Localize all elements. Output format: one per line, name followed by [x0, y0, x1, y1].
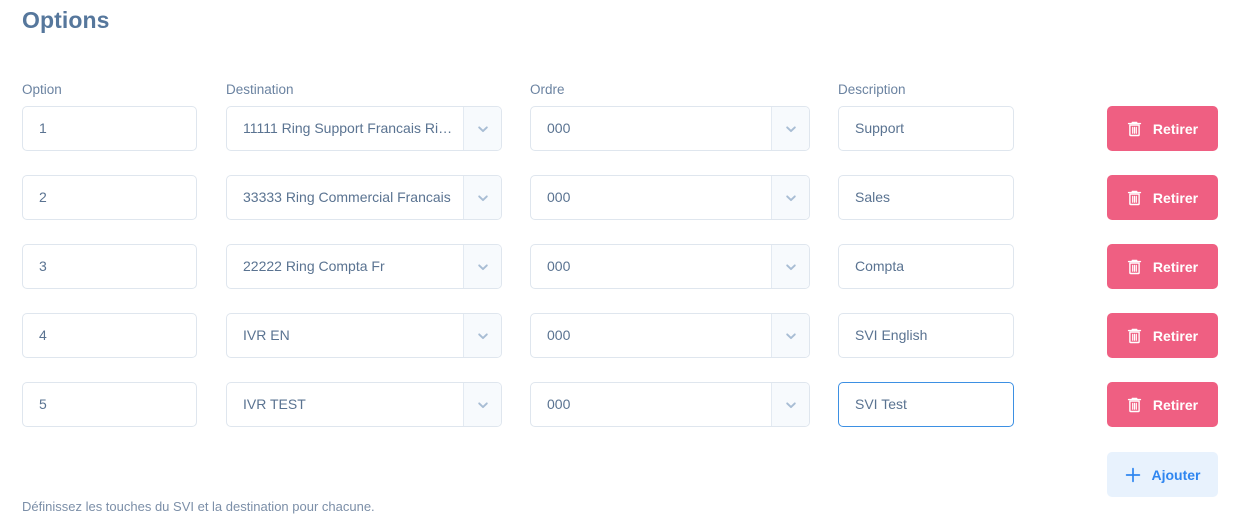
ordre-select[interactable]: 000 [530, 106, 810, 151]
column-headers: Option Destination Ordre Description [0, 81, 1238, 101]
ordre-select[interactable]: 000 [530, 175, 810, 220]
description-input[interactable]: SVI Test [838, 382, 1014, 427]
page-title: Options [22, 7, 110, 33]
option-input[interactable]: 3 [22, 244, 197, 289]
remove-option-button[interactable]: Retirer [1107, 244, 1218, 289]
description-input[interactable]: SVI English [838, 313, 1014, 358]
options-panel: Options Option Destination Ordre Descrip… [0, 0, 1238, 530]
add-option-button[interactable]: Ajouter [1107, 452, 1218, 497]
chevron-down-icon[interactable] [771, 383, 809, 426]
chevron-down-icon[interactable] [463, 245, 501, 288]
chevron-down-icon[interactable] [463, 107, 501, 150]
remove-option-label: Retirer [1152, 327, 1199, 344]
options-rows: 1 11111 Ring Support Francais Rin... 000 Su… [0, 106, 1238, 451]
ordre-select-value: 000 [547, 327, 571, 343]
remove-option-label: Retirer [1152, 258, 1199, 275]
remove-option-button[interactable]: Retirer [1107, 313, 1218, 358]
add-option-label: Ajouter [1151, 466, 1201, 483]
column-header-option: Option [22, 82, 62, 97]
table-row: 1 11111 Ring Support Francais Rin... 000 Su… [0, 106, 1238, 175]
chevron-down-icon[interactable] [463, 176, 501, 219]
option-input[interactable]: 4 [22, 313, 197, 358]
option-input[interactable]: 5 [22, 382, 197, 427]
table-row: 5 IVR TEST 000 SVI Test Retirer [0, 382, 1238, 451]
ordre-select[interactable]: 000 [530, 382, 810, 427]
destination-select[interactable]: 33333 Ring Commercial Francais [226, 175, 502, 220]
chevron-down-icon[interactable] [771, 176, 809, 219]
helper-text: Définissez les touches du SVI et la dest… [22, 499, 375, 514]
remove-option-button[interactable]: Retirer [1107, 175, 1218, 220]
trash-icon [1127, 397, 1142, 413]
column-header-ordre: Ordre [530, 82, 565, 97]
destination-select[interactable]: IVR TEST [226, 382, 502, 427]
table-row: 2 33333 Ring Commercial Francais 000 Sales R… [0, 175, 1238, 244]
plus-icon [1125, 467, 1141, 483]
chevron-down-icon[interactable] [771, 314, 809, 357]
chevron-down-icon[interactable] [463, 383, 501, 426]
remove-option-label: Retirer [1152, 396, 1199, 413]
chevron-down-icon[interactable] [463, 314, 501, 357]
destination-select[interactable]: 11111 Ring Support Francais Rin... [226, 106, 502, 151]
ordre-select-value: 000 [547, 396, 571, 412]
destination-select-value: 11111 Ring Support Francais Rin... [243, 120, 458, 136]
column-header-destination: Destination [226, 82, 294, 97]
destination-select-value: 22222 Ring Compta Fr [243, 258, 385, 274]
destination-select-value: IVR TEST [243, 396, 306, 412]
column-header-description: Description [838, 82, 906, 97]
remove-option-button[interactable]: Retirer [1107, 106, 1218, 151]
trash-icon [1127, 190, 1142, 206]
ordre-select[interactable]: 000 [530, 244, 810, 289]
ordre-select[interactable]: 000 [530, 313, 810, 358]
destination-select-value: 33333 Ring Commercial Francais [243, 189, 451, 205]
trash-icon [1127, 328, 1142, 344]
remove-option-label: Retirer [1152, 189, 1199, 206]
ordre-select-value: 000 [547, 258, 571, 274]
description-input[interactable]: Compta [838, 244, 1014, 289]
chevron-down-icon[interactable] [771, 245, 809, 288]
destination-select[interactable]: 22222 Ring Compta Fr [226, 244, 502, 289]
destination-select-value: IVR EN [243, 327, 290, 343]
remove-option-label: Retirer [1152, 120, 1199, 137]
chevron-down-icon[interactable] [771, 107, 809, 150]
ordre-select-value: 000 [547, 120, 571, 136]
description-input[interactable]: Support [838, 106, 1014, 151]
option-input[interactable]: 1 [22, 106, 197, 151]
ordre-select-value: 000 [547, 189, 571, 205]
trash-icon [1127, 259, 1142, 275]
option-input[interactable]: 2 [22, 175, 197, 220]
destination-select[interactable]: IVR EN [226, 313, 502, 358]
table-row: 4 IVR EN 000 SVI English Retirer [0, 313, 1238, 382]
table-row: 3 22222 Ring Compta Fr 000 Compta Retirer [0, 244, 1238, 313]
trash-icon [1127, 121, 1142, 137]
remove-option-button[interactable]: Retirer [1107, 382, 1218, 427]
description-input[interactable]: Sales [838, 175, 1014, 220]
